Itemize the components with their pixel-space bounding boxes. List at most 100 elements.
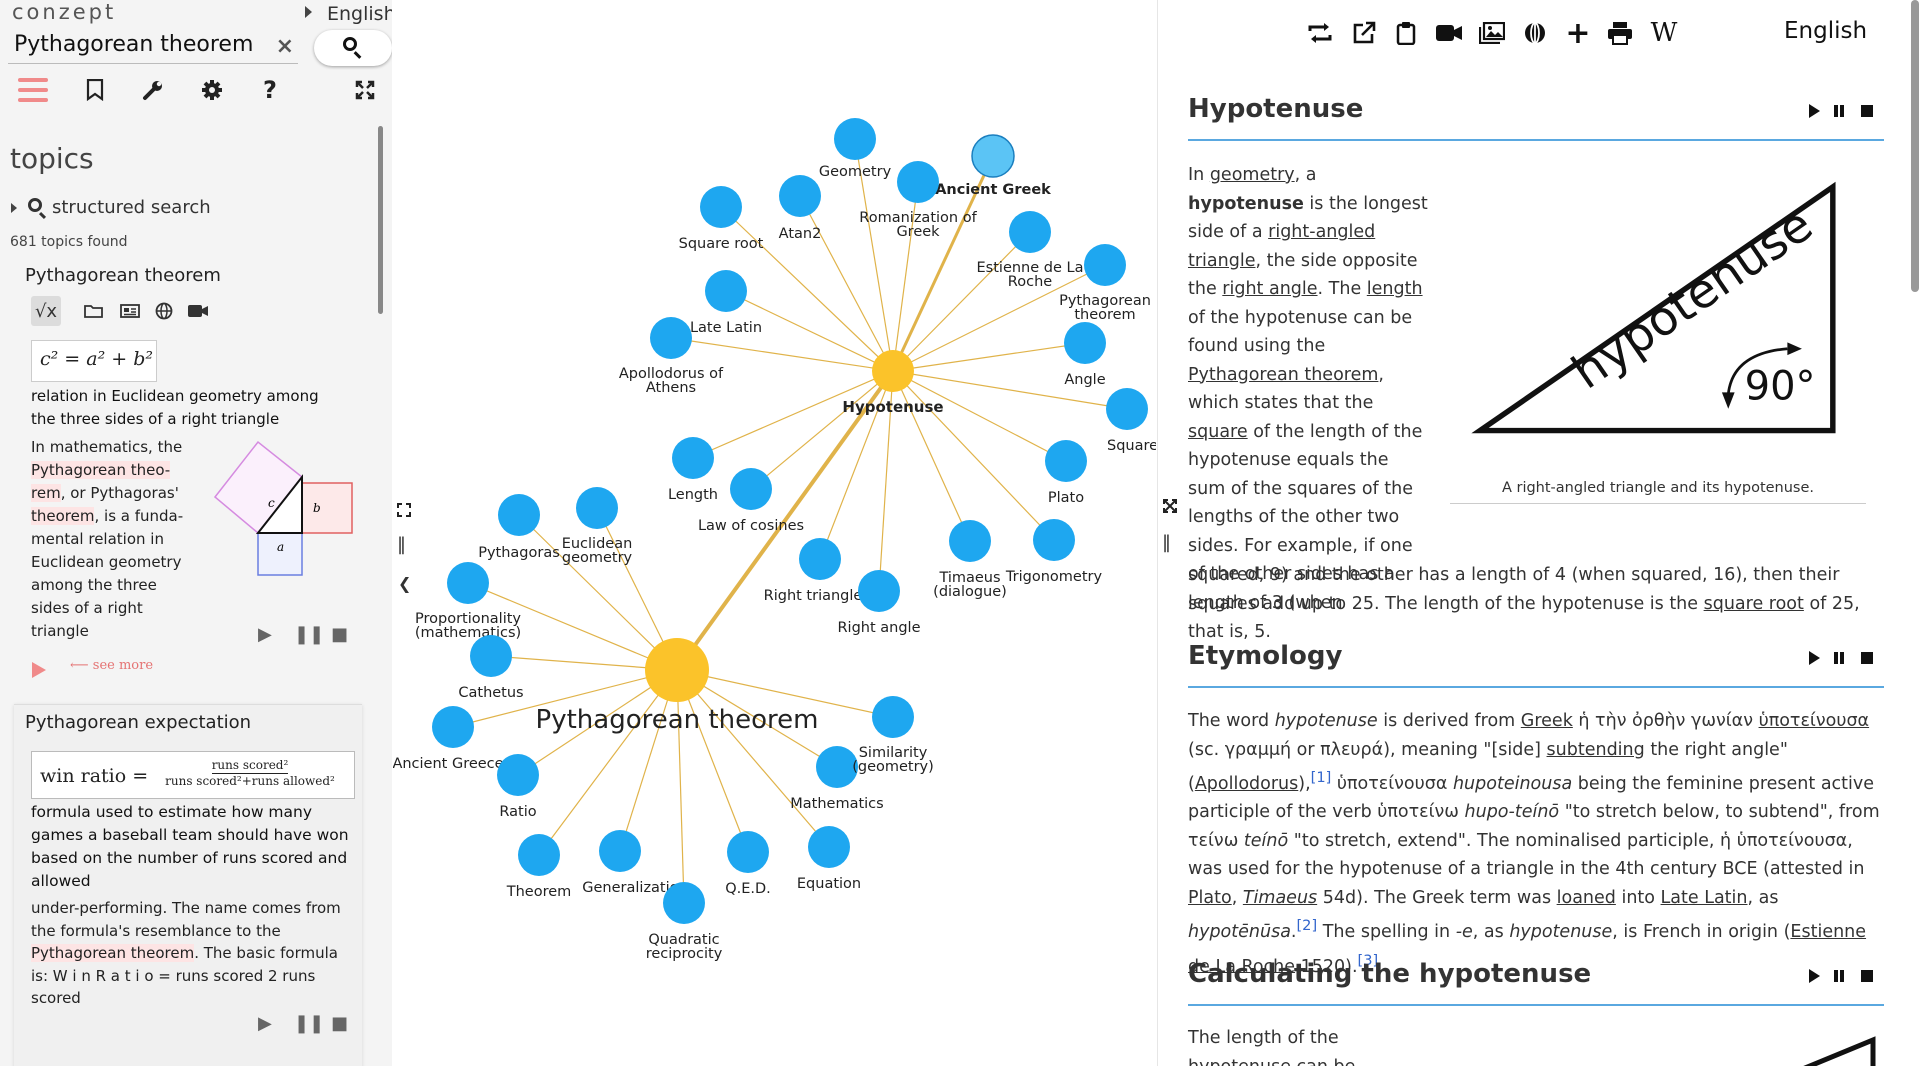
images-icon[interactable] bbox=[1474, 16, 1510, 50]
graph-node[interactable] bbox=[858, 570, 900, 612]
graph-node[interactable] bbox=[971, 134, 1015, 178]
graph-node-label[interactable]: Q.E.D. bbox=[725, 881, 771, 897]
structured-search-icon[interactable] bbox=[28, 198, 42, 212]
graph-node[interactable] bbox=[518, 834, 560, 876]
bookmark-icon[interactable] bbox=[79, 74, 111, 106]
link[interactable]: geometry bbox=[1210, 165, 1295, 185]
graph-node[interactable] bbox=[727, 831, 769, 873]
graph-node[interactable] bbox=[1064, 322, 1106, 364]
graph-node-label[interactable]: Geometry bbox=[819, 164, 892, 180]
graph-node[interactable] bbox=[470, 635, 512, 677]
graph-node-label[interactable]: theorem bbox=[1074, 307, 1135, 323]
graph-node[interactable] bbox=[1084, 244, 1126, 286]
hamburger-icon[interactable] bbox=[18, 78, 48, 108]
graph-node-label[interactable]: Equation bbox=[797, 876, 861, 892]
language-selector[interactable]: English bbox=[327, 3, 392, 25]
graph-node-label[interactable]: Theorem bbox=[506, 884, 572, 900]
topic-card-title[interactable]: Pythagorean expectation bbox=[25, 712, 251, 733]
graph-node[interactable] bbox=[779, 175, 821, 217]
topic-graph[interactable]: Geometry Ancient Greek Square root Atan2 Rom… bbox=[393, 0, 1156, 1066]
graph-node[interactable] bbox=[672, 437, 714, 479]
search-field[interactable]: Pythagorean theorem × bbox=[8, 30, 298, 64]
link[interactable]: right angle bbox=[1222, 279, 1317, 299]
graph-node-label[interactable]: Square (algebra) bbox=[1107, 438, 1156, 454]
stop-icon[interactable] bbox=[1861, 652, 1873, 664]
graph-node-label[interactable]: Roche bbox=[1008, 274, 1052, 290]
graph-node-label[interactable]: Athens bbox=[646, 380, 696, 396]
graph-node-label[interactable]: Atan2 bbox=[779, 226, 822, 242]
play-icon[interactable] bbox=[1809, 651, 1820, 665]
clipboard-icon[interactable] bbox=[1388, 16, 1424, 50]
graph-node-label[interactable]: Trigonometry bbox=[1005, 569, 1103, 585]
stop-icon[interactable] bbox=[1861, 970, 1873, 982]
help-icon[interactable]: ? bbox=[254, 74, 286, 106]
graph-node-label[interactable]: Pythagoras bbox=[478, 545, 560, 561]
topic-card-title[interactable]: Pythagorean theorem bbox=[25, 265, 221, 286]
video-icon[interactable] bbox=[183, 296, 213, 326]
wikipedia-icon[interactable]: W bbox=[1646, 16, 1682, 50]
play-icon[interactable] bbox=[1809, 969, 1820, 983]
graph-hub-label[interactable]: Hypotenuse bbox=[842, 398, 943, 416]
resize-handle-icon[interactable]: ‖ bbox=[397, 534, 406, 555]
see-more-link[interactable]: ⟵ see more bbox=[70, 658, 153, 673]
graph-center-node[interactable] bbox=[645, 638, 709, 702]
graph-node-label[interactable]: Ancient Greece bbox=[393, 756, 504, 772]
graph-node[interactable] bbox=[663, 882, 705, 924]
graph-canvas[interactable]: GeometryAncient GreekSquare rootAtan2Rom… bbox=[393, 0, 1156, 1066]
link[interactable]: square bbox=[1188, 422, 1248, 442]
clear-search-icon[interactable]: × bbox=[276, 34, 294, 59]
graph-node[interactable] bbox=[949, 520, 991, 562]
graph-node[interactable] bbox=[872, 696, 914, 738]
folder-icon[interactable] bbox=[79, 296, 109, 326]
graph-node-label[interactable]: Ancient Greek bbox=[935, 182, 1051, 198]
graph-node-label[interactable]: (dialogue) bbox=[933, 584, 1007, 600]
link[interactable]: subtending bbox=[1547, 740, 1645, 760]
graph-node-label[interactable]: Square root bbox=[679, 236, 764, 252]
graph-node-label[interactable]: Mathematics bbox=[790, 796, 883, 812]
structured-search-expand-icon[interactable] bbox=[11, 203, 17, 213]
search-input[interactable]: Pythagorean theorem bbox=[14, 32, 253, 57]
graph-hub-node[interactable] bbox=[872, 350, 914, 392]
graph-node-label[interactable]: Law of cosines bbox=[698, 518, 804, 534]
stop-icon[interactable] bbox=[1861, 105, 1873, 117]
graph-node-label[interactable]: Greek bbox=[896, 224, 940, 240]
link[interactable]: right-angled triangle bbox=[1188, 222, 1375, 271]
graph-node[interactable] bbox=[498, 494, 540, 536]
graph-node[interactable] bbox=[799, 538, 841, 580]
graph-node-label[interactable]: (mathematics) bbox=[415, 625, 521, 641]
graph-node[interactable] bbox=[650, 317, 692, 359]
link[interactable]: Plato bbox=[1188, 888, 1232, 908]
graph-node[interactable] bbox=[1106, 388, 1148, 430]
pause-icon[interactable] bbox=[1834, 970, 1844, 982]
pause-icon[interactable] bbox=[1834, 105, 1844, 117]
collapse-left-icon[interactable]: ❮ bbox=[398, 574, 411, 593]
graph-node-label[interactable]: geometry bbox=[562, 550, 633, 566]
graph-node-label[interactable]: Ratio bbox=[499, 804, 536, 820]
link[interactable]: Timaeus bbox=[1243, 888, 1317, 908]
graph-node-label[interactable]: (geometry) bbox=[852, 759, 934, 775]
resize-handle-icon[interactable]: ‖ bbox=[1162, 532, 1171, 553]
pause-icon[interactable]: ❚❚ bbox=[294, 1013, 324, 1034]
plus-icon[interactable]: + bbox=[1560, 16, 1596, 51]
globe-icon[interactable] bbox=[1517, 16, 1553, 50]
gear-icon[interactable] bbox=[196, 74, 228, 106]
graph-center-label[interactable]: Pythagorean theorem bbox=[536, 705, 819, 735]
print-icon[interactable] bbox=[1602, 16, 1638, 50]
graph-node[interactable] bbox=[897, 161, 939, 203]
link[interactable]: ὑποτείνουσα bbox=[1759, 711, 1870, 731]
link[interactable]: length bbox=[1367, 279, 1423, 299]
brand-logo[interactable]: conzept bbox=[12, 0, 116, 24]
structured-search-link[interactable]: structured search bbox=[52, 197, 211, 218]
sidebar-scrollbar[interactable] bbox=[378, 126, 383, 314]
graph-node[interactable] bbox=[576, 487, 618, 529]
play-icon[interactable]: ▶ bbox=[258, 624, 272, 645]
hypotenuse-figure[interactable]: hypotenuse 90° bbox=[1450, 176, 1872, 476]
graph-node-label[interactable]: Cathetus bbox=[458, 685, 523, 701]
graph-node-label[interactable]: Right triangle bbox=[764, 588, 863, 604]
exchange-icon[interactable] bbox=[1302, 16, 1338, 50]
expand-icon[interactable] bbox=[1162, 498, 1178, 518]
graph-node[interactable] bbox=[432, 706, 474, 748]
link[interactable]: square root bbox=[1704, 594, 1804, 614]
link[interactable]: loaned bbox=[1557, 888, 1616, 908]
pause-icon[interactable]: ❚❚ bbox=[294, 624, 324, 645]
